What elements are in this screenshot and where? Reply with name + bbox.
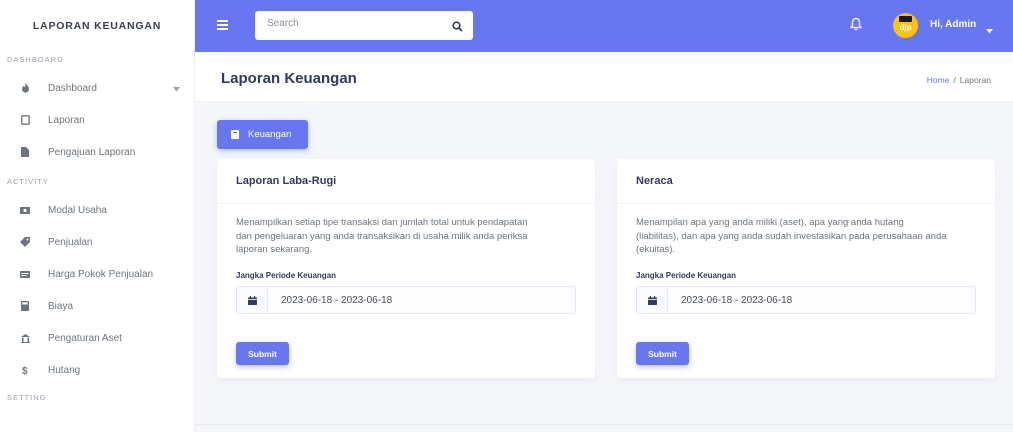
building-icon: [20, 333, 30, 343]
sidebar-item-hutang[interactable]: $ Hutang: [0, 354, 194, 386]
field-label-periode: Jangka Periode Keuangan: [236, 271, 337, 280]
submit-button[interactable]: Submit: [636, 342, 689, 365]
sidebar-item-pengajuan-laporan[interactable]: Pengajuan Laporan: [0, 136, 194, 168]
field-label-periode: Jangka Periode Keuangan: [636, 271, 737, 280]
date-range-picker[interactable]: 2023-06-18 - 2023-06-18: [236, 286, 576, 314]
sidebar-item-biaya[interactable]: Biaya: [0, 290, 194, 322]
footer-divider: [195, 424, 1013, 425]
sidebar-item-laporan[interactable]: Laporan: [0, 104, 194, 136]
sidebar-item-label: Penjualan: [48, 236, 93, 248]
card-title: Laporan Laba-Rugi: [217, 159, 595, 204]
sidebar-item-penjualan[interactable]: Penjualan: [0, 226, 194, 258]
avatar-logo-text: djp: [899, 23, 912, 32]
card-description: Menampilkan setiap tipe transaksi dan ju…: [236, 216, 581, 257]
receipt-icon: [20, 269, 30, 279]
breadcrumb-home[interactable]: Home: [927, 75, 950, 85]
avatar[interactable]: djp: [893, 13, 918, 38]
section-header: Laporan Keuangan Home / Laporan: [195, 52, 1013, 102]
sidebar-item-label: Laporan: [48, 114, 85, 126]
money-icon: [20, 205, 30, 215]
sidebar: LAPORAN KEUANGAN DASHBOARD Dashboard Lap…: [0, 0, 195, 432]
description-line: (liabilitas), dan apa yang anda sudah in…: [636, 230, 947, 242]
calculator-icon: [20, 301, 30, 311]
date-range-value[interactable]: 2023-06-18 - 2023-06-18: [281, 295, 392, 306]
search-input[interactable]: [267, 18, 427, 29]
sidebar-item-label: Dashboard: [48, 82, 97, 94]
sidebar-item-label: Modal Usaha: [48, 204, 107, 216]
sidebar-item-label: Pengaturan Aset: [48, 332, 122, 344]
svg-text:$: $: [22, 366, 28, 375]
tab-keuangan[interactable]: Keuangan: [217, 120, 308, 149]
tab-label: Keuangan: [248, 129, 292, 140]
menu-header-activity: ACTIVITY: [7, 176, 49, 186]
dollar-icon: $: [20, 365, 30, 375]
sidebar-item-label: Harga Pokok Penjualan: [48, 268, 154, 280]
user-greeting[interactable]: Hi, Admin: [930, 19, 976, 30]
sidebar-item-pengaturan-aset[interactable]: Pengaturan Aset: [0, 322, 194, 354]
description-line: (ekuitas).: [636, 244, 676, 255]
card-description: Menampilan apa yang anda miliki (aset), …: [636, 216, 981, 257]
breadcrumb: Home / Laporan: [927, 75, 991, 85]
topbar: djp Hi, Admin: [195, 0, 1013, 52]
menu-header-setting: SETTING: [7, 392, 47, 402]
sidebar-brand[interactable]: LAPORAN KEUANGAN: [0, 0, 194, 52]
description-line: Menampilan apa yang anda miliki (aset), …: [636, 217, 904, 228]
sidebar-item-modal-usaha[interactable]: Modal Usaha: [0, 194, 194, 226]
description-line: dan pengeluaran yang anda transaksikan d…: [236, 230, 528, 242]
file-icon: [20, 115, 30, 125]
submit-button[interactable]: Submit: [236, 342, 289, 365]
card-title: Neraca: [617, 159, 995, 204]
search-box: [255, 11, 473, 40]
card-neraca: Neraca Menampilan apa yang anda miliki (…: [617, 159, 995, 378]
sidebar-item-harga-pokok-penjualan[interactable]: Harga Pokok Penjualan: [0, 258, 194, 290]
breadcrumb-separator: /: [953, 75, 956, 85]
menu-header-dashboard: DASHBOARD: [7, 54, 64, 64]
book-icon: [231, 130, 240, 139]
card-laporan-laba-rugi: Laporan Laba-Rugi Menampilkan setiap tip…: [217, 159, 595, 378]
chevron-down-icon[interactable]: [986, 21, 994, 34]
sidebar-item-label: Hutang: [48, 364, 81, 376]
calendar-icon: [637, 287, 668, 313]
page-title: Laporan Keuangan: [221, 70, 357, 87]
bell-icon[interactable]: [849, 17, 864, 33]
sidebar-item-label: Pengajuan Laporan: [48, 146, 136, 158]
description-line: Menampilkan setiap tipe transaksi dan ju…: [236, 217, 528, 228]
calendar-icon: [237, 287, 268, 313]
tag-icon: [20, 237, 30, 247]
date-range-value[interactable]: 2023-06-18 - 2023-06-18: [681, 295, 792, 306]
fire-icon: [20, 83, 30, 93]
sidebar-item-dashboard[interactable]: Dashboard: [0, 72, 194, 104]
breadcrumb-current: Laporan: [959, 75, 991, 85]
date-range-picker[interactable]: 2023-06-18 - 2023-06-18: [636, 286, 976, 314]
chevron-down-icon: [173, 84, 180, 95]
file-solid-icon: [20, 147, 30, 157]
hamburger-menu-icon[interactable]: [217, 20, 228, 30]
description-line: laporan sekarang.: [236, 244, 313, 255]
search-icon[interactable]: [452, 19, 465, 32]
sidebar-item-label: Biaya: [48, 300, 74, 312]
